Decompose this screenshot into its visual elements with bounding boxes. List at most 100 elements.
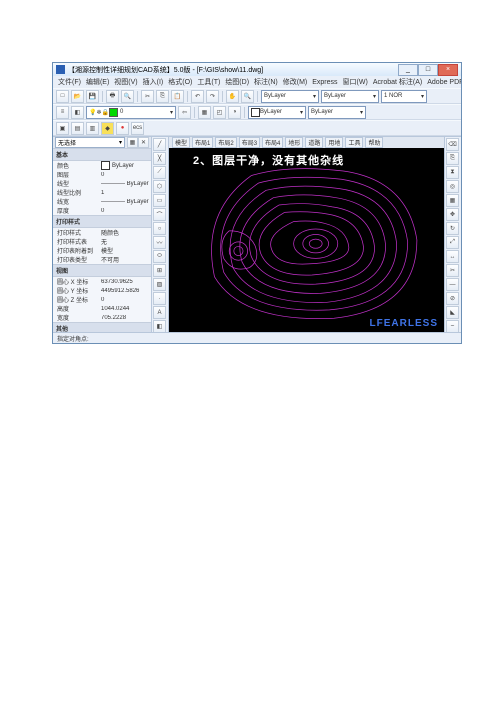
open-icon[interactable]: 📂	[71, 90, 84, 103]
tb3-b2[interactable]: ▤	[71, 122, 84, 135]
ltype-combo2[interactable]: ByLayer▾	[308, 106, 366, 119]
tab[interactable]: 布局4	[262, 137, 283, 148]
linestyle-combo[interactable]: ByLayer▾	[261, 90, 319, 103]
menu-item[interactable]: 修改(M)	[283, 77, 308, 87]
hatch-icon[interactable]: ▨	[153, 278, 166, 291]
point-icon[interactable]: ·	[153, 292, 166, 305]
tab[interactable]: 布局1	[192, 137, 213, 148]
property-row[interactable]: 圆心 Y 坐标4495912.5826	[53, 286, 151, 295]
property-value[interactable]: ———— ByLayer	[101, 199, 151, 205]
tb2-b1[interactable]: ▦	[198, 106, 211, 119]
menu-item[interactable]: 视图(V)	[114, 77, 137, 87]
property-row[interactable]: 线宽———— ByLayer	[53, 197, 151, 206]
property-row[interactable]: 线型比例1	[53, 188, 151, 197]
min-button[interactable]: _	[398, 64, 418, 76]
pan-icon[interactable]: ✋	[226, 90, 239, 103]
text-icon[interactable]: A	[153, 306, 166, 319]
zoom-icon[interactable]: 🔍	[241, 90, 254, 103]
paste-icon[interactable]: 📋	[171, 90, 184, 103]
property-value[interactable]: 63730.9625	[101, 279, 151, 285]
menu-item[interactable]: 窗口(W)	[343, 77, 368, 87]
layer-btn2[interactable]: ◧	[71, 106, 84, 119]
property-row[interactable]: 圆心 Z 坐标0	[53, 295, 151, 304]
property-row[interactable]: 打印样式随颜色	[53, 228, 151, 237]
move-icon[interactable]: ✥	[446, 208, 459, 221]
stretch-icon[interactable]: ↔	[446, 250, 459, 263]
property-value[interactable]: 0	[101, 172, 151, 178]
property-value[interactable]: 4495912.5826	[101, 288, 151, 294]
props-btn1[interactable]: ▦	[127, 137, 138, 148]
pline-icon[interactable]: ⟋	[153, 166, 166, 179]
chamfer-icon[interactable]: ◣	[446, 306, 459, 319]
print-icon[interactable]: 🖶	[106, 90, 119, 103]
tab[interactable]: 道路	[305, 137, 323, 148]
property-row[interactable]: 颜色ByLayer	[53, 161, 151, 170]
tab[interactable]: 工具	[345, 137, 363, 148]
extend-icon[interactable]: —	[446, 278, 459, 291]
layer-combo[interactable]: 💡❄🔒 0 ▾	[86, 106, 176, 119]
tab[interactable]: 帮助	[365, 137, 383, 148]
scale-icon[interactable]: ⤢	[446, 236, 459, 249]
tb3-b3[interactable]: ▥	[86, 122, 99, 135]
copy-icon[interactable]: ⎘	[156, 90, 169, 103]
redo-icon[interactable]: ↷	[206, 90, 219, 103]
menu-item[interactable]: Express	[312, 79, 337, 86]
property-row[interactable]: 高度1044.0244	[53, 304, 151, 313]
property-value[interactable]: 705.2228	[101, 315, 151, 321]
menu-item[interactable]: 文件(F)	[58, 77, 81, 87]
erase-icon[interactable]: ⌫	[446, 138, 459, 151]
menu-item[interactable]: 标注(N)	[254, 77, 278, 87]
property-value[interactable]: ByLayer	[101, 161, 151, 170]
rotate-icon[interactable]: ↻	[446, 222, 459, 235]
circle-icon[interactable]: ○	[153, 222, 166, 235]
property-value[interactable]: 1	[101, 190, 151, 196]
property-value[interactable]: 随颜色	[101, 228, 151, 237]
menu-item[interactable]: Acrobat 标注(A)	[373, 77, 422, 87]
lineweight-combo[interactable]: ByLayer▾	[321, 90, 379, 103]
tb2-b3[interactable]: ◑	[228, 106, 241, 119]
array-icon[interactable]: ▦	[446, 194, 459, 207]
menu-item[interactable]: 绘图(D)	[225, 77, 249, 87]
copy2-icon[interactable]: ⎘	[446, 152, 459, 165]
property-row[interactable]: 宽度705.2228	[53, 313, 151, 322]
max-button[interactable]: □	[418, 64, 438, 76]
undo-icon[interactable]: ↶	[191, 90, 204, 103]
tb3-b5[interactable]: ●	[116, 122, 129, 135]
trim-icon[interactable]: ✂	[446, 264, 459, 277]
drawing-canvas[interactable]: 2、图层干净，没有其他杂线	[169, 148, 444, 332]
property-row[interactable]: 线型———— ByLayer	[53, 179, 151, 188]
property-row[interactable]: 打印表附着到模型	[53, 246, 151, 255]
property-row[interactable]: 打印样式表无	[53, 237, 151, 246]
break-icon[interactable]: ⊘	[446, 292, 459, 305]
layer-btn1[interactable]: ≡	[56, 106, 69, 119]
tb2-b2[interactable]: ◰	[213, 106, 226, 119]
property-row[interactable]: 打印表类型不可用	[53, 255, 151, 264]
spline-icon[interactable]: 〰	[153, 236, 166, 249]
offset-icon[interactable]: ◎	[446, 180, 459, 193]
region-icon[interactable]: ◧	[153, 320, 166, 332]
close-button[interactable]: ×	[438, 64, 458, 76]
tab[interactable]: 用地	[325, 137, 343, 148]
mirror-icon[interactable]: ⧗	[446, 166, 459, 179]
property-value[interactable]: 不可用	[101, 255, 151, 264]
property-value[interactable]: 模型	[101, 246, 151, 255]
property-value[interactable]: 0	[101, 208, 151, 214]
selection-combo[interactable]: 无选择▾	[55, 137, 125, 148]
menu-item[interactable]: 编辑(E)	[86, 77, 109, 87]
layer-prev-icon[interactable]: ⇦	[178, 106, 191, 119]
property-value[interactable]: ———— ByLayer	[101, 181, 151, 187]
tb3-b6[interactable]: ecs	[131, 122, 144, 135]
cut-icon[interactable]: ✂	[141, 90, 154, 103]
tab[interactable]: 地形	[285, 137, 303, 148]
property-value[interactable]: 无	[101, 237, 151, 246]
color-combo[interactable]: ByLayer▾	[248, 106, 306, 119]
property-row[interactable]: 图层0	[53, 170, 151, 179]
tb3-b4[interactable]: ◆	[101, 122, 114, 135]
property-row[interactable]: 厚度0	[53, 206, 151, 215]
rect-icon[interactable]: ▭	[153, 194, 166, 207]
menu-item[interactable]: 工具(T)	[197, 77, 220, 87]
preview-icon[interactable]: 🔍	[121, 90, 134, 103]
line-icon[interactable]: ╱	[153, 138, 166, 151]
tab[interactable]: 布局2	[215, 137, 236, 148]
insert-icon[interactable]: ⊞	[153, 264, 166, 277]
